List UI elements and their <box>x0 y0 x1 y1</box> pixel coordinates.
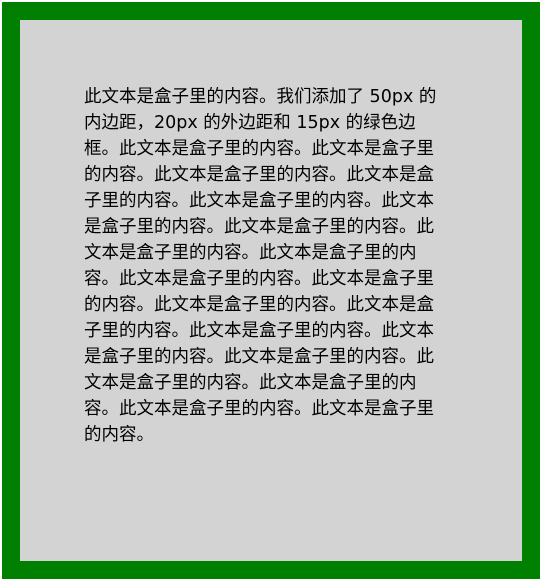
content-box: 此文本是盒子里的内容。我们添加了 50px 的内边距，20px 的外边距和 15… <box>2 2 540 579</box>
box-text: 此文本是盒子里的内容。我们添加了 50px 的内边距，20px 的外边距和 15… <box>84 87 437 445</box>
page: 此文本是盒子里的内容。我们添加了 50px 的内边距，20px 的外边距和 15… <box>0 0 542 581</box>
